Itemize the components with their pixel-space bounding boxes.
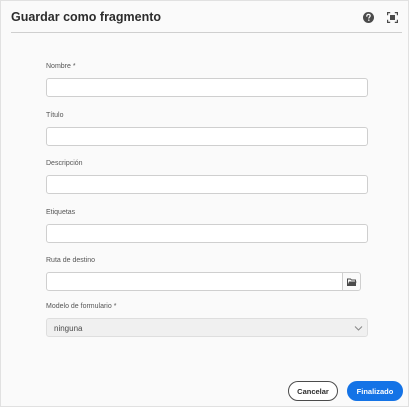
form-model-select[interactable]: ninguna xyxy=(46,318,368,337)
browse-path-button[interactable] xyxy=(342,272,361,291)
dialog-title: Guardar como fragmento xyxy=(11,10,162,24)
path-label: Ruta de destino xyxy=(46,257,96,264)
description-label: Descripción xyxy=(46,160,83,167)
path-field[interactable] xyxy=(46,272,343,291)
fullscreen-icon[interactable] xyxy=(386,11,398,23)
title-field[interactable] xyxy=(46,127,368,146)
cancel-button[interactable]: Cancelar xyxy=(288,381,338,401)
tags-label: Etiquetas xyxy=(46,209,76,216)
dialog-header: Guardar como fragmento xyxy=(1,1,408,34)
description-field[interactable] xyxy=(46,175,368,194)
help-icon[interactable] xyxy=(362,11,374,23)
name-label: Nombre * xyxy=(46,63,76,70)
header-divider xyxy=(11,32,402,33)
chevron-down-icon xyxy=(354,326,363,331)
save-as-fragment-dialog: Guardar como fragmento Nombre * Título D… xyxy=(0,0,409,407)
name-field[interactable] xyxy=(46,78,368,97)
title-label: Título xyxy=(46,112,64,119)
done-button[interactable]: Finalizado xyxy=(347,381,403,401)
form-model-label: Modelo de formulario * xyxy=(46,303,117,310)
form-model-value: ninguna xyxy=(54,324,83,333)
tags-field[interactable] xyxy=(46,224,368,243)
folder-icon xyxy=(346,278,356,286)
